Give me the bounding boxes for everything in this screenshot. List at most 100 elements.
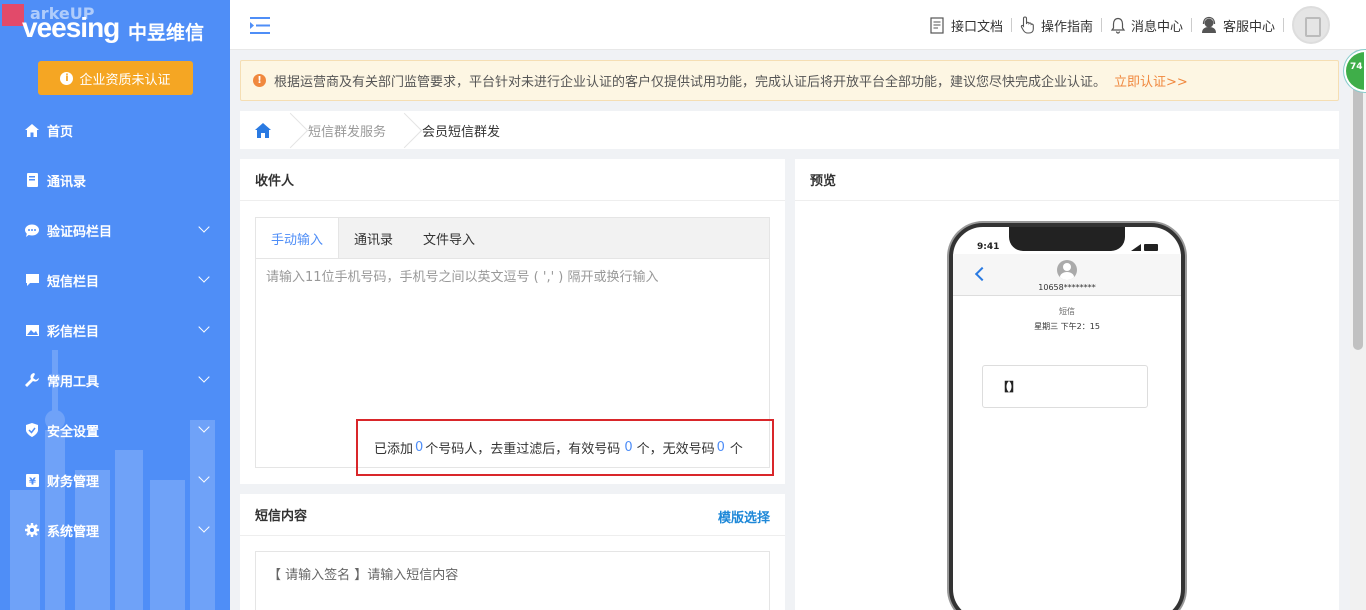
recipient-count-summary: 已添加 0 个号码人，去重过滤后，有效号码 0 个，无效号码 0 个 [356, 419, 774, 476]
yen-icon: ¥ [25, 473, 39, 487]
sidebar-item-label: 彩信栏目 [47, 324, 100, 340]
certify-now-link[interactable]: 立即认证>> [1114, 71, 1188, 90]
phone-notch [1009, 227, 1125, 251]
recipient-tabs: 手动输入 通讯录 文件导入 [255, 217, 770, 259]
contact-number: 10658******** [1038, 283, 1096, 292]
brand-name: veesing [22, 12, 120, 43]
cert-button-label: 企业资质未认证 [79, 72, 171, 88]
certification-notice: ! 根据运营商及有关部门监管要求，平台针对未进行企业认证的客户仅提供试用功能，完… [240, 60, 1339, 101]
sms-content-title: 短信内容 [240, 494, 785, 536]
warning-icon: ! [253, 74, 266, 87]
tab-file-import[interactable]: 文件导入 [408, 218, 490, 258]
wrench-icon [25, 373, 39, 387]
chevron-down-icon [198, 371, 210, 383]
breadcrumb-item[interactable]: 短信群发服务 [298, 111, 400, 149]
sidebar-item-label: 常用工具 [47, 374, 100, 390]
added-count: 0 [415, 440, 424, 455]
message-center-label: 消息中心 [1130, 19, 1183, 35]
summary-text: 个 [729, 442, 743, 457]
phone-status-icons [1131, 244, 1165, 251]
sidebar-item-label: 验证码栏目 [47, 224, 113, 240]
sidebar: arkeUP veesing 中昱维信 i 企业资质未认证 首页 通讯录 验证码… [0, 0, 230, 610]
home-icon [255, 122, 271, 138]
sidebar-item-mms[interactable]: 彩信栏目 [0, 305, 230, 355]
recipients-title: 收件人 [240, 159, 785, 201]
preview-panel: 预览 9:41 10658******** 短信 星期三 下午2：15 【】 [795, 159, 1339, 610]
sidebar-item-label: 短信栏目 [47, 274, 100, 290]
menu-toggle-icon[interactable] [250, 17, 270, 34]
battery-icon [1144, 244, 1158, 251]
watermark-logo-icon [2, 4, 24, 26]
sidebar-item-security[interactable]: 安全设置 [0, 405, 230, 455]
sidebar-item-finance[interactable]: ¥ 财务管理 [0, 455, 230, 505]
summary-text: 个，无效号码 [636, 442, 715, 457]
summary-text: 个号码人，去重过滤后，有效号码 [425, 442, 621, 457]
sms-content-panel: 短信内容 模版选择 【 请输入签名 】请输入短信内容 [240, 494, 785, 610]
shield-icon [25, 423, 39, 437]
tab-manual-input[interactable]: 手动输入 [256, 218, 340, 259]
sidebar-item-verification[interactable]: 验证码栏目 [0, 205, 230, 255]
recipients-panel: 收件人 手动输入 通讯录 文件导入 请输入11位手机号码，手机号之间以英文逗号 … [240, 159, 785, 484]
support-agent-icon [1201, 16, 1216, 33]
sidebar-item-tools[interactable]: 常用工具 [0, 355, 230, 405]
message-bubble: 【】 [982, 365, 1148, 408]
signal-icon [1131, 244, 1141, 251]
floating-badge[interactable]: 74 [1344, 50, 1366, 92]
sms-label: 短信 [1059, 307, 1075, 316]
notice-text: 根据运营商及有关部门监管要求，平台针对未进行企业认证的客户仅提供试用功能，完成认… [274, 75, 1107, 90]
scrollbar-thumb[interactable] [1353, 50, 1363, 350]
phone-mockup: 9:41 10658******** 短信 星期三 下午2：15 【】 [949, 223, 1185, 610]
sidebar-item-sms[interactable]: 短信栏目 [0, 255, 230, 305]
chevron-down-icon [198, 321, 210, 333]
sidebar-item-label: 系统管理 [47, 524, 100, 540]
sidebar-item-label: 通讯录 [47, 174, 87, 190]
document-icon [930, 16, 944, 34]
top-header: 接口文档 操作指南 消息中心 客服中心 [230, 0, 1366, 50]
chevron-down-icon [198, 271, 210, 283]
template-select-link[interactable]: 模版选择 [718, 507, 770, 526]
address-book-icon [25, 173, 39, 187]
guide-link[interactable]: 操作指南 [1012, 15, 1101, 35]
api-docs-label: 接口文档 [950, 19, 1003, 35]
support-link[interactable]: 客服中心 [1192, 15, 1283, 35]
bell-icon [1110, 17, 1126, 34]
hand-pointer-icon [1020, 16, 1034, 34]
message-center-link[interactable]: 消息中心 [1102, 15, 1191, 35]
sidebar-item-home[interactable]: 首页 [0, 105, 230, 155]
breadcrumb-current: 会员短信群发 [422, 124, 501, 140]
enterprise-cert-button[interactable]: i 企业资质未认证 [38, 61, 193, 95]
chevron-down-icon [198, 471, 210, 483]
contact-avatar-icon [1057, 260, 1077, 280]
back-arrow-icon [974, 266, 990, 282]
scrollbar[interactable] [1350, 50, 1366, 610]
sidebar-item-label: 首页 [47, 124, 74, 140]
chevron-down-icon [198, 521, 210, 533]
breadcrumb: 短信群发服务 会员短信群发 [240, 111, 1339, 149]
sidebar-item-label: 安全设置 [47, 424, 100, 440]
breadcrumb-separator [286, 111, 298, 149]
image-icon [25, 323, 39, 337]
gear-icon [25, 523, 39, 537]
sms-content-input[interactable]: 【 请输入签名 】请输入短信内容 [255, 551, 770, 610]
valid-count: 0 [624, 440, 633, 455]
chat-bubble-icon [25, 223, 39, 237]
sidebar-item-system[interactable]: 系统管理 [0, 505, 230, 555]
home-icon [25, 123, 39, 137]
message-icon [25, 273, 39, 287]
api-docs-link[interactable]: 接口文档 [922, 15, 1011, 35]
sidebar-item-label: 财务管理 [47, 474, 100, 490]
header-links: 接口文档 操作指南 消息中心 客服中心 [922, 0, 1330, 50]
preview-title: 预览 [795, 159, 1339, 201]
chevron-down-icon [198, 221, 210, 233]
logo[interactable]: arkeUP veesing 中昱维信 [0, 0, 230, 50]
tab-address-book[interactable]: 通讯录 [339, 218, 408, 258]
sidebar-nav: 首页 通讯录 验证码栏目 短信栏目 彩信栏目 常用工具 安全设置 ¥ 财务管理 … [0, 105, 230, 555]
sidebar-item-contacts[interactable]: 通讯录 [0, 155, 230, 205]
breadcrumb-separator [400, 111, 412, 149]
avatar[interactable] [1292, 6, 1330, 44]
summary-text: 已添加 [374, 442, 414, 457]
guide-label: 操作指南 [1040, 19, 1093, 35]
svg-text:¥: ¥ [29, 476, 36, 487]
divider [1283, 18, 1284, 32]
brand-name-cn: 中昱维信 [128, 22, 205, 44]
